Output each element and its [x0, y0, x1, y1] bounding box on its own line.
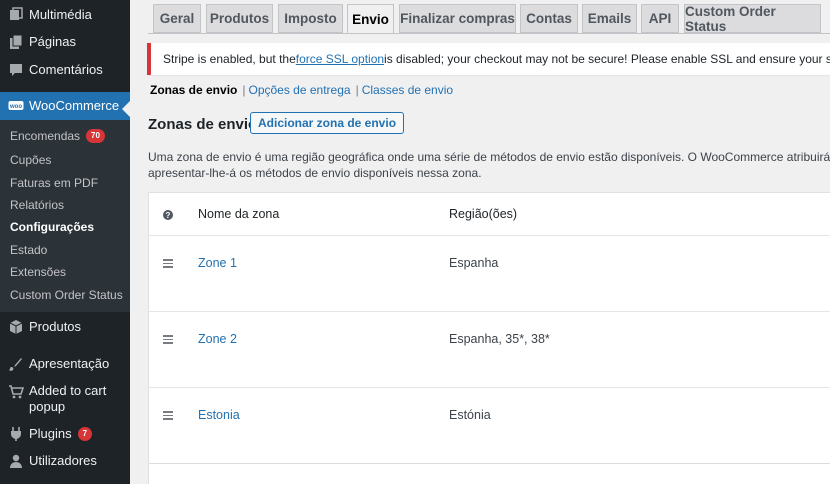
zone-name-link[interactable]: Estonia — [198, 408, 240, 422]
menu-label: Páginas — [29, 34, 76, 49]
submenu-label: Configurações — [10, 220, 95, 234]
menu-label: Multimédia — [29, 7, 92, 22]
submenu-item-cupoes[interactable]: Cupões — [10, 153, 51, 167]
table-row: Zone 2 Espanha, 35*, 38* — [149, 312, 830, 388]
tab-envio[interactable]: Envio — [347, 4, 394, 34]
submenu-item-estado[interactable]: Estado — [10, 243, 47, 257]
woocommerce-submenu: Encomendas 70 Cupões Faturas em PDF Rela… — [0, 120, 130, 312]
force-ssl-link[interactable]: force SSL option — [296, 52, 384, 66]
cart-icon — [7, 383, 25, 401]
zone-regions: Estónia — [449, 408, 491, 422]
menu-label: Added to cart popup — [29, 383, 107, 414]
page-title: Zonas de envio — [148, 116, 258, 133]
table-header-row: ? Nome da zona Região(ões) — [149, 193, 830, 236]
drag-handle-icon[interactable] — [163, 335, 173, 344]
zone-regions: Espanha, 35*, 38* — [449, 332, 550, 346]
submenu-label: Custom Order Status — [10, 288, 123, 302]
subnav-separator: | — [355, 83, 359, 97]
subnav-separator: | — [242, 83, 246, 97]
tab-divider — [148, 33, 830, 34]
column-header-zone-name: Nome da zona — [198, 207, 280, 221]
appearance-icon — [7, 355, 25, 373]
plugins-icon — [7, 425, 25, 443]
menu-item-pages[interactable]: Páginas — [0, 32, 130, 52]
woocommerce-icon: woo — [7, 97, 25, 115]
tab-finalizar-compras[interactable]: Finalizar compras — [399, 4, 516, 33]
comments-icon — [7, 61, 25, 79]
menu-item-apresentacao[interactable]: Apresentação — [0, 354, 130, 374]
description-line: apresentar-lhe-á os métodos de envio dis… — [148, 166, 482, 180]
submenu-label: Extensões — [10, 265, 67, 279]
menu-label: Utilizadores — [29, 453, 97, 468]
tab-geral[interactable]: Geral — [153, 4, 201, 33]
svg-text:woo: woo — [9, 104, 22, 110]
menu-item-woocommerce[interactable]: woo WooCommerce — [0, 92, 130, 120]
products-icon — [7, 318, 25, 336]
submenu-item-faturas[interactable]: Faturas em PDF — [10, 176, 98, 190]
subnav-classes-de-envio[interactable]: Classes de envio — [362, 83, 453, 97]
help-icon[interactable]: ? — [163, 210, 173, 220]
current-menu-arrow — [122, 101, 130, 117]
shipping-subnav: Zonas de envio | Opções de entrega | Cla… — [150, 83, 453, 97]
menu-item-produtos[interactable]: Produtos — [0, 317, 130, 337]
tab-custom-order-status[interactable]: Custom Order Status — [684, 4, 821, 34]
table-row: Estonia Estónia — [149, 388, 830, 464]
menu-item-plugins[interactable]: Plugins 7 — [0, 424, 130, 444]
submenu-item-extensoes[interactable]: Extensões — [10, 265, 66, 279]
menu-label: Comentários — [29, 62, 103, 77]
submenu-item-relatorios[interactable]: Relatórios — [10, 198, 64, 212]
submenu-label: Relatórios — [10, 198, 65, 212]
tab-imposto[interactable]: Imposto — [278, 4, 343, 33]
zone-name-link[interactable]: Zone 2 — [198, 332, 237, 346]
column-header-regions: Região(ões) — [449, 207, 518, 221]
pages-icon — [7, 33, 25, 51]
media-icon — [7, 6, 25, 24]
notice-text-before: Stripe is enabled, but the — [163, 52, 296, 66]
menu-item-utilizadores[interactable]: Utilizadores — [0, 451, 130, 471]
main-content: Geral Produtos Imposto Envio Finalizar c… — [130, 0, 830, 484]
count-badge: 70 — [86, 129, 105, 143]
table-row: Zone 1 Espanha — [149, 236, 830, 312]
ssl-warning-notice: Stripe is enabled, but the force SSL opt… — [147, 43, 830, 75]
add-shipping-zone-button[interactable]: Adicionar zona de envio — [250, 112, 405, 134]
count-badge: 7 — [77, 427, 93, 441]
menu-label: WooCommerce — [29, 98, 120, 113]
menu-item-added-to-cart-popup[interactable]: Added to cart popup — [0, 383, 130, 415]
zone-regions: Espanha — [449, 256, 499, 270]
tab-emails[interactable]: Emails — [582, 4, 637, 33]
submenu-label: Encomendas — [10, 129, 81, 143]
menu-label: Apresentação — [29, 356, 110, 371]
drag-handle-icon[interactable] — [163, 259, 173, 268]
submenu-item-configuracoes[interactable]: Configurações — [10, 220, 94, 234]
submenu-item-custom-order-status[interactable]: Custom Order Status — [10, 288, 123, 302]
submenu-item-encomendas[interactable]: Encomendas 70 — [10, 129, 105, 143]
admin-sidebar: Multimédia Páginas Comentários woo WooCo… — [0, 0, 130, 484]
menu-label: Produtos — [29, 319, 82, 334]
drag-handle-icon[interactable] — [163, 411, 173, 420]
zone-name-link[interactable]: Zone 1 — [198, 256, 237, 270]
subnav-current-zonas[interactable]: Zonas de envio — [150, 83, 237, 97]
notice-text-after: is disabled; your checkout may not be se… — [384, 52, 830, 66]
tab-produtos[interactable]: Produtos — [206, 4, 273, 33]
menu-label: Plugins — [29, 426, 72, 441]
tab-api[interactable]: API — [641, 4, 679, 33]
submenu-label: Estado — [10, 243, 48, 257]
subnav-opcoes-de-entrega[interactable]: Opções de entrega — [248, 83, 350, 97]
description-line: Uma zona de envio é uma região geográfic… — [148, 150, 830, 164]
zones-description: Uma zona de envio é uma região geográfic… — [148, 149, 830, 181]
tab-contas[interactable]: Contas — [520, 4, 578, 33]
menu-item-comments[interactable]: Comentários — [0, 60, 130, 80]
users-icon — [7, 452, 25, 470]
submenu-label: Faturas em PDF — [10, 176, 99, 190]
menu-item-multimedia[interactable]: Multimédia — [0, 5, 130, 25]
shipping-zones-table: ? Nome da zona Região(ões) Zone 1 Espanh… — [148, 192, 830, 484]
submenu-label: Cupões — [10, 153, 52, 167]
